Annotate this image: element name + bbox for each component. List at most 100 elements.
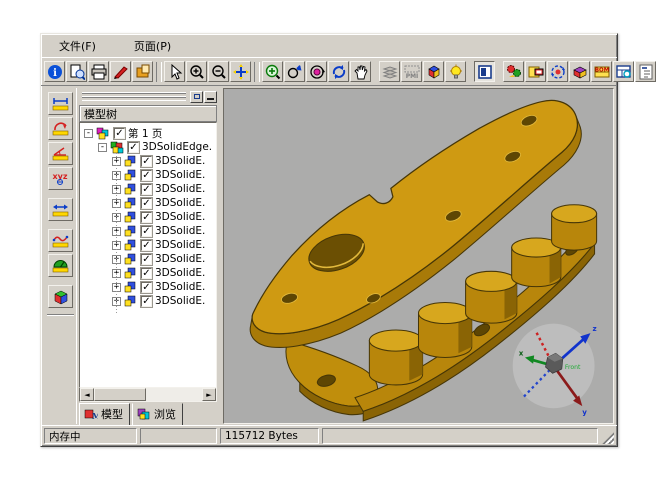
checkbox-checked[interactable]: ✓: [114, 128, 125, 139]
checkbox-checked[interactable]: ✓: [141, 212, 152, 223]
cad-model-canvas[interactable]: z y x Front: [224, 89, 613, 423]
checkbox-checked[interactable]: ✓: [141, 296, 152, 307]
tree-row-part[interactable]: + ✓ 3DSolidE.: [82, 182, 216, 196]
tree-label[interactable]: 3DSolidEdge.: [142, 141, 212, 153]
part-node-icon: [124, 253, 138, 265]
panel-grip[interactable]: [82, 92, 186, 101]
checkbox-checked[interactable]: ✓: [141, 184, 152, 195]
tree-label[interactable]: 3DSolidE.: [155, 267, 205, 279]
table-view-button[interactable]: [613, 61, 634, 82]
tree-row-part[interactable]: + ✓ 3DSolidE.: [82, 294, 216, 308]
volume-box-button[interactable]: [48, 285, 73, 308]
checkbox-checked[interactable]: ✓: [141, 240, 152, 251]
tree-label[interactable]: 3DSolidE.: [155, 169, 205, 181]
tree-row-part[interactable]: + ✓ 3DSolidE.: [82, 266, 216, 280]
tree-label[interactable]: 第 1 页: [128, 126, 162, 141]
part-node-icon: [124, 197, 138, 209]
tree-label[interactable]: 3DSolidE.: [155, 225, 205, 237]
curve-length-button[interactable]: [48, 229, 73, 252]
checkbox-checked[interactable]: ✓: [141, 282, 152, 293]
snapshot-button[interactable]: [525, 61, 546, 82]
print-button[interactable]: [88, 61, 109, 82]
menu-file[interactable]: 文件(F): [55, 36, 100, 56]
markup-button[interactable]: [110, 61, 131, 82]
panel-float-button[interactable]: [190, 91, 203, 103]
dim-radius-button[interactable]: [48, 117, 73, 140]
tree-row-part[interactable]: + ✓ 3DSolidE.: [82, 210, 216, 224]
refresh-button[interactable]: [328, 61, 349, 82]
viewport-3d[interactable]: z y x Front: [223, 88, 614, 424]
checkbox-checked[interactable]: ✓: [141, 226, 152, 237]
tree-view-button[interactable]: [635, 61, 656, 82]
tree-row-part[interactable]: + ✓ 3DSolidE.: [82, 224, 216, 238]
collapse-icon[interactable]: -: [84, 129, 93, 138]
tree-hscrollbar[interactable]: ◄ ►: [79, 388, 217, 402]
print-preview-button[interactable]: [66, 61, 87, 82]
export-button[interactable]: [132, 61, 153, 82]
dynamic-zoom-button[interactable]: [284, 61, 305, 82]
solid-box-button[interactable]: [569, 61, 590, 82]
panel-toggle-button[interactable]: [474, 61, 495, 82]
panel-header[interactable]: [79, 89, 217, 104]
tree-row-assembly[interactable]: - ✓ 3DSolidEdge.: [82, 140, 216, 154]
dim-angle-button[interactable]: [48, 142, 73, 165]
tree-label[interactable]: 3DSolidE.: [155, 211, 205, 223]
checkbox-checked[interactable]: ✓: [141, 156, 152, 167]
tab-model[interactable]: M 模型: [79, 403, 130, 426]
tree-label[interactable]: 3DSolidE.: [155, 155, 205, 167]
tree-row-page[interactable]: - ✓ 第 1 页: [82, 126, 216, 140]
scroll-thumb[interactable]: [94, 388, 146, 401]
part-node-icon: [124, 183, 138, 195]
dim-distance-button[interactable]: [48, 198, 73, 221]
panel-hide-button[interactable]: [204, 91, 217, 103]
tree-row-part[interactable]: + ✓ 3DSolidE.: [82, 280, 216, 294]
tree-row-part[interactable]: + ✓ 3DSolidE.: [82, 252, 216, 266]
svg-text:BOM: BOM: [594, 67, 608, 73]
tree-label[interactable]: 3DSolidE.: [155, 197, 205, 209]
coord-xyz-button[interactable]: xyz: [48, 167, 73, 190]
tree-row-part[interactable]: + ✓ 3DSolidE.: [82, 238, 216, 252]
move-button[interactable]: [230, 61, 251, 82]
bom-button[interactable]: BOM: [591, 61, 612, 82]
part-node-icon: [124, 295, 138, 307]
tree-label[interactable]: 3DSolidE.: [155, 239, 205, 251]
spin-button[interactable]: [547, 61, 568, 82]
menu-page[interactable]: 页面(P): [130, 36, 175, 56]
zoom-in-button[interactable]: [186, 61, 207, 82]
trackball-indicator[interactable]: z y x Front: [513, 324, 597, 417]
volume-box-icon: [52, 289, 69, 305]
zoom-window-button[interactable]: [262, 61, 283, 82]
pmi-button[interactable]: PMI: [401, 61, 422, 82]
light-button[interactable]: [445, 61, 466, 82]
views-button[interactable]: [423, 61, 444, 82]
checkbox-checked[interactable]: ✓: [141, 254, 152, 265]
info-button[interactable]: i: [44, 61, 65, 82]
tree-row-part[interactable]: + ✓ 3DSolidE.: [82, 196, 216, 210]
pan-button[interactable]: [350, 61, 371, 82]
checkbox-checked[interactable]: ✓: [141, 198, 152, 209]
svg-text:i: i: [53, 68, 57, 79]
scroll-right-button[interactable]: ►: [202, 388, 216, 401]
area-gauge-button[interactable]: [48, 254, 73, 277]
tree-row-part[interactable]: + ✓ 3DSolidE.: [82, 154, 216, 168]
layers-button[interactable]: [379, 61, 400, 82]
rotate-button[interactable]: [306, 61, 327, 82]
scroll-left-button[interactable]: ◄: [80, 388, 94, 401]
resize-grip[interactable]: [601, 431, 614, 444]
tree-label[interactable]: 3DSolidE.: [155, 281, 205, 293]
tree-label[interactable]: 3DSolidE.: [155, 183, 205, 195]
tree-row-part[interactable]: + ✓ 3DSolidE.: [82, 168, 216, 182]
tree-label[interactable]: 3DSolidE.: [155, 253, 205, 265]
scroll-track[interactable]: [146, 388, 202, 401]
coord-xyz-icon: xyz: [52, 171, 69, 186]
select-button[interactable]: [164, 61, 185, 82]
checkbox-checked[interactable]: ✓: [128, 142, 139, 153]
zoom-out-button[interactable]: [208, 61, 229, 82]
dim-linear-button[interactable]: [48, 92, 73, 115]
collapse-icon[interactable]: -: [98, 143, 107, 152]
animation-button[interactable]: [503, 61, 524, 82]
checkbox-checked[interactable]: ✓: [141, 170, 152, 181]
checkbox-checked[interactable]: ✓: [141, 268, 152, 279]
tree-label[interactable]: 3DSolidE.: [155, 295, 205, 307]
tab-browse[interactable]: 浏览: [132, 403, 183, 426]
